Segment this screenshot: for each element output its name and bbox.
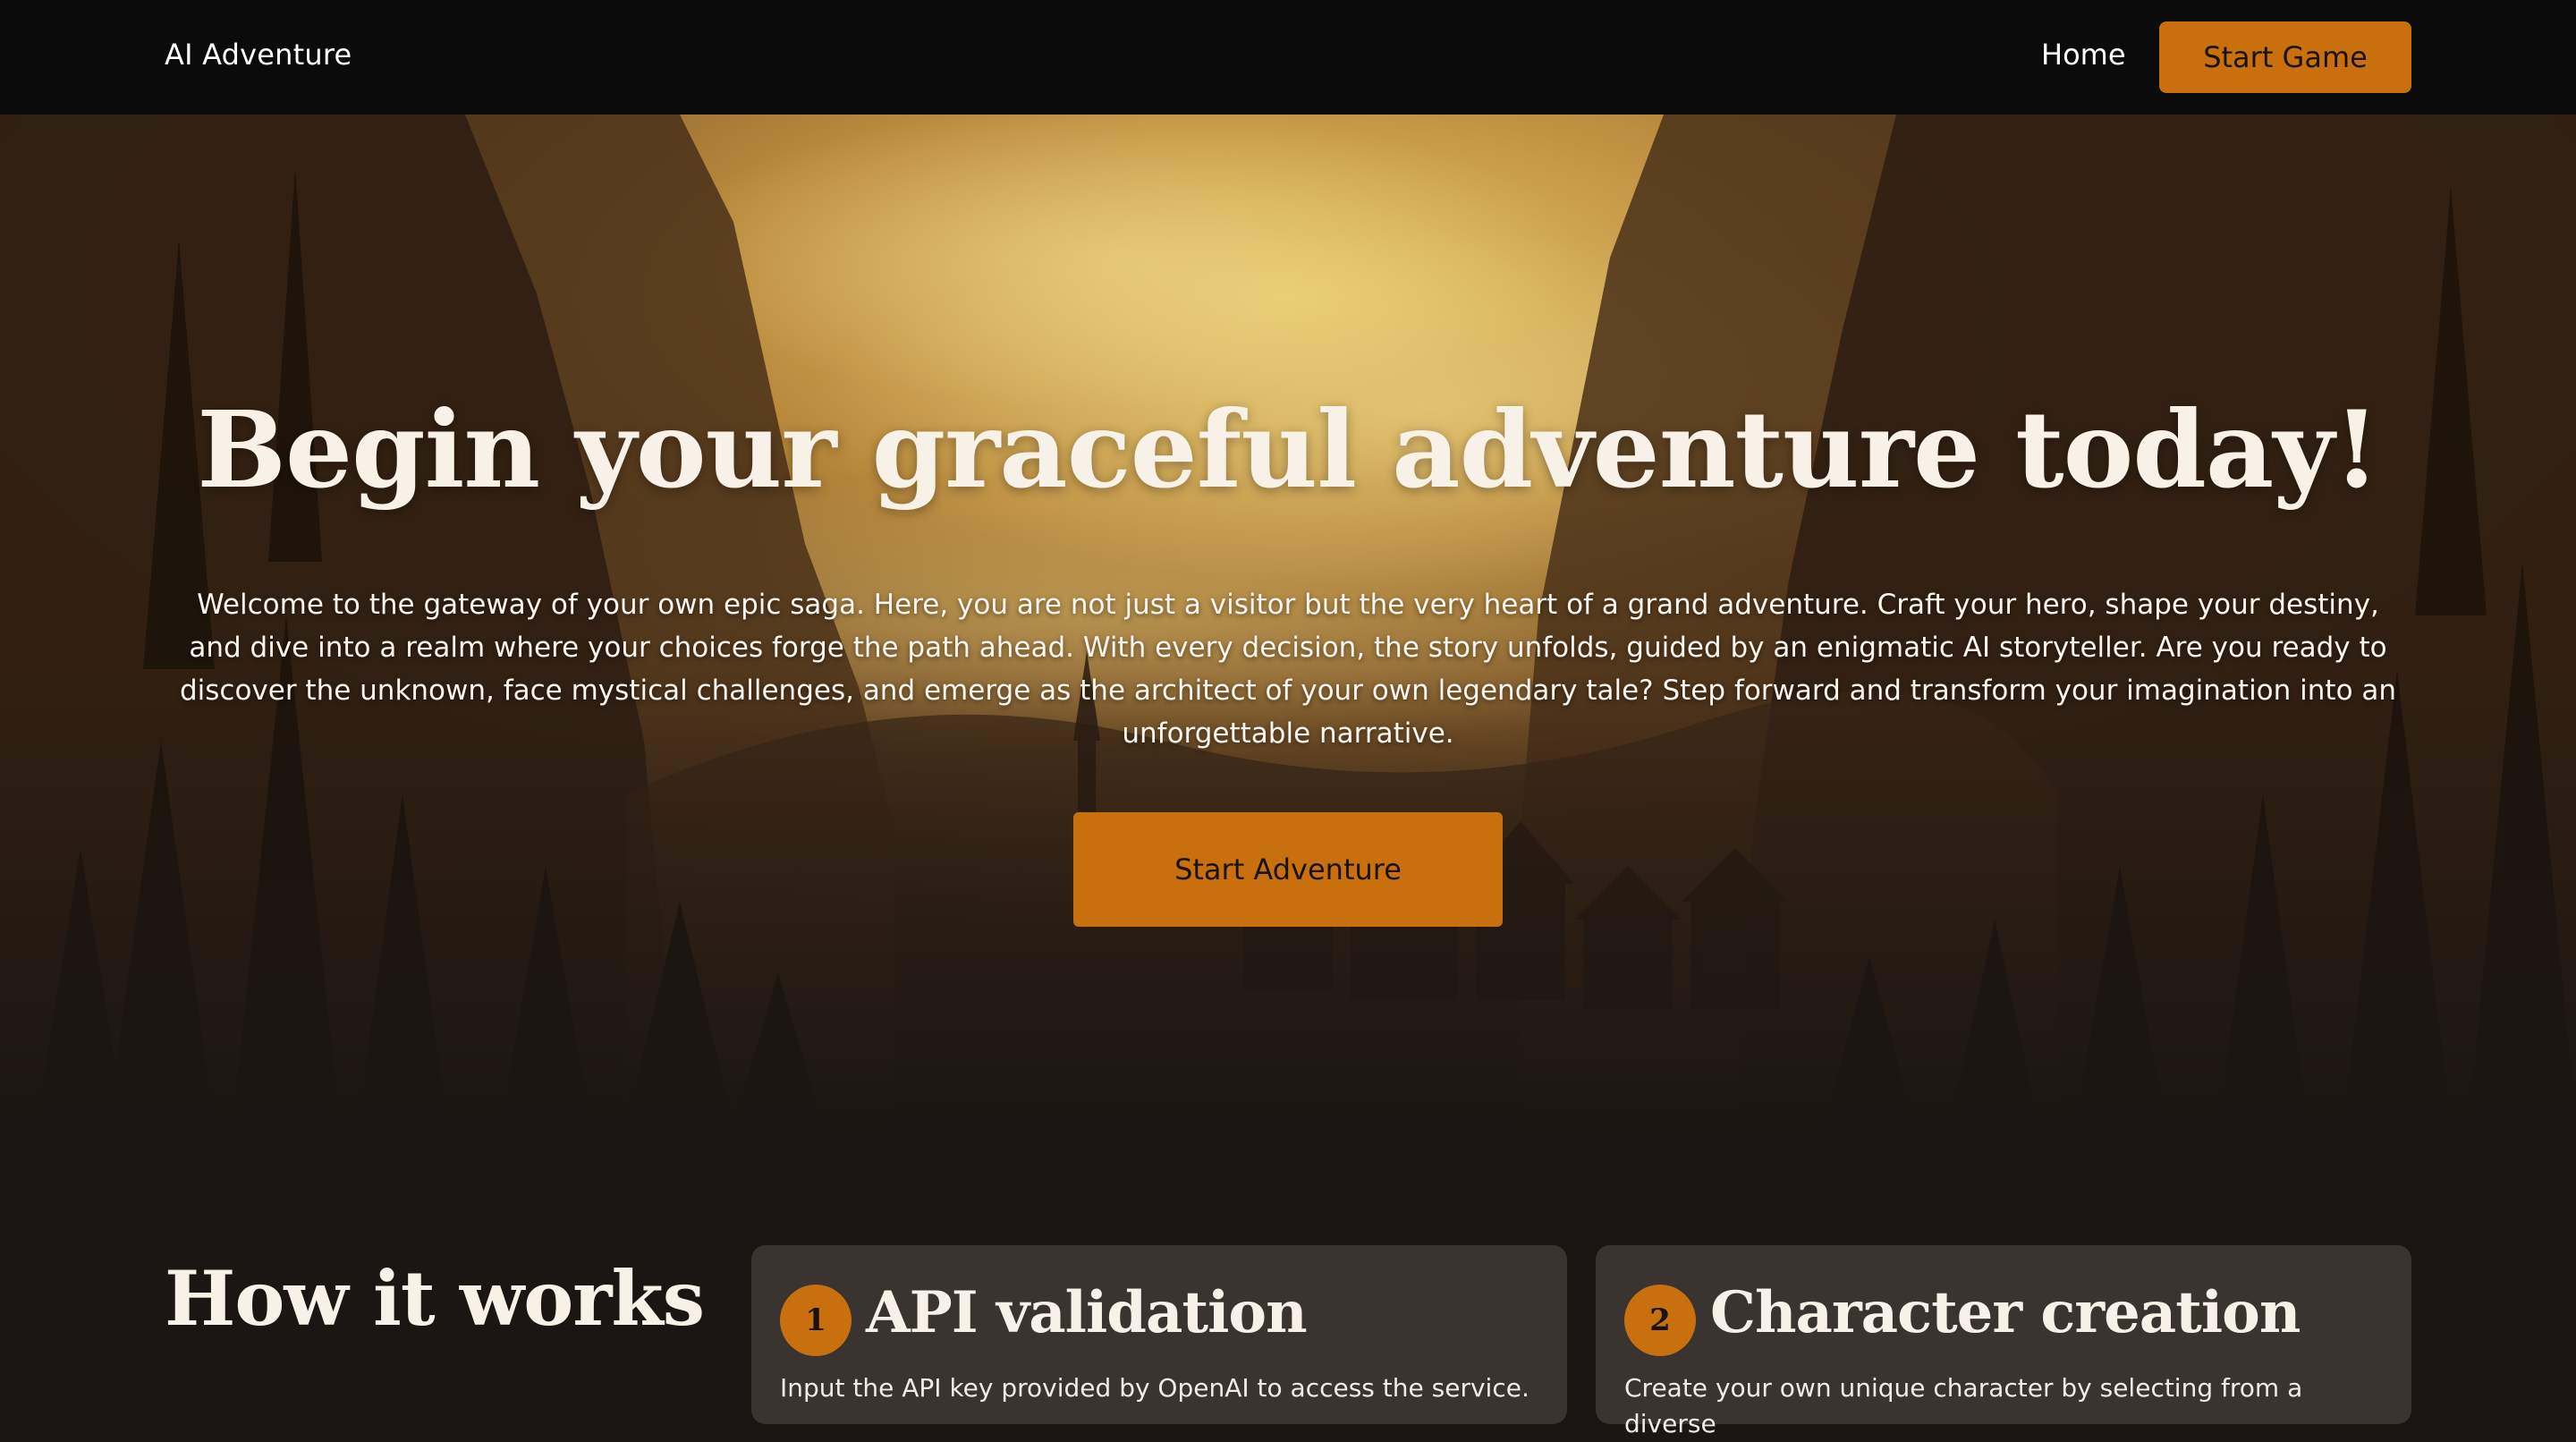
step-card-character-creation: 2 Character creation Create your own uni… <box>1596 1245 2411 1438</box>
brand-logo-link[interactable]: AI Adventure <box>165 38 352 72</box>
top-navbar: AI Adventure Home Start Game <box>0 0 2576 115</box>
step-title: API validation <box>866 1279 1308 1346</box>
step-number-badge: 1 <box>780 1285 852 1356</box>
step-title: Character creation <box>1710 1279 2301 1346</box>
step-description: Input the API key provided by OpenAI to … <box>780 1373 1530 1403</box>
nav-home-link[interactable]: Home <box>2041 38 2126 72</box>
hero-title: Begin your graceful adventure today! <box>197 387 2379 512</box>
hero-section: Begin your graceful adventure today! Wel… <box>0 115 2576 1125</box>
step-card-api-validation: 1 API validation Input the API key provi… <box>751 1245 1567 1424</box>
start-adventure-button[interactable]: Start Adventure <box>1073 812 1503 927</box>
step-number-badge: 2 <box>1624 1285 1696 1356</box>
how-it-works-title: How it works <box>165 1254 705 1343</box>
step-description: Create your own unique character by sele… <box>1624 1373 2303 1438</box>
start-game-button[interactable]: Start Game <box>2159 21 2411 93</box>
hero-description: Welcome to the gateway of your own epic … <box>179 589 2397 750</box>
